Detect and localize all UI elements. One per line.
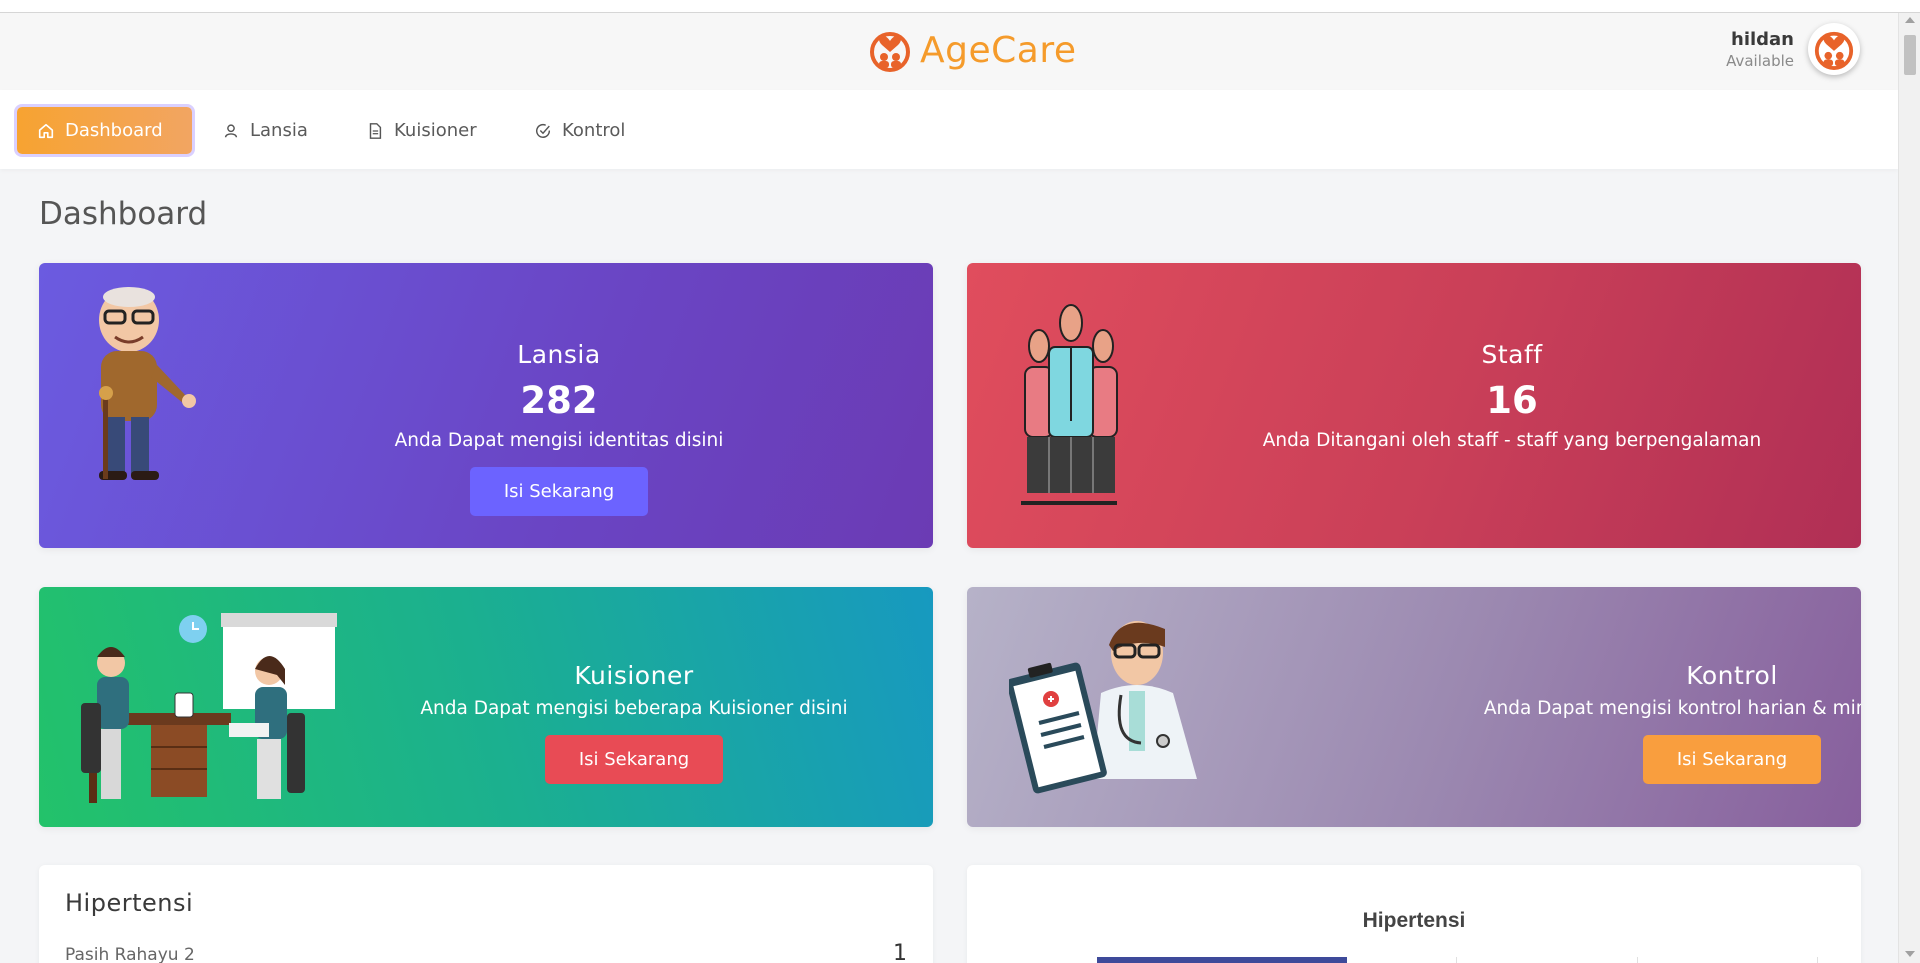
user-name: hildan xyxy=(1731,28,1794,50)
card-staff: Staff 16 Anda Ditangani oleh staff - sta… xyxy=(967,263,1861,548)
page-scrollbar[interactable] xyxy=(1898,13,1920,963)
document-icon xyxy=(369,122,382,139)
home-icon xyxy=(38,123,54,138)
user-status: Available xyxy=(1726,51,1794,70)
nav-item-dashboard[interactable]: Dashboard xyxy=(17,107,192,154)
card-title: Staff xyxy=(1481,340,1543,369)
card-kuisioner: Kuisioner Anda Dapat mengisi beberapa Ku… xyxy=(39,587,933,827)
list-item-label: Pasih Rahayu 2 xyxy=(65,945,195,963)
card-title: Kuisioner xyxy=(574,661,694,690)
card-description: Anda Dapat mengisi kontrol harian & ming… xyxy=(1483,698,1861,719)
agecare-logo-icon xyxy=(870,32,910,72)
card-description: Anda Ditangani oleh staff - staff yang b… xyxy=(1262,430,1762,451)
hipertensi-chart-panel: Hipertensi xyxy=(967,865,1861,963)
nav-item-kuisioner[interactable]: Kuisioner xyxy=(346,107,497,154)
staff-group-icon xyxy=(1021,304,1118,505)
check-circle-icon xyxy=(536,123,551,138)
kuisioner-fill-button[interactable]: Isi Sekarang xyxy=(545,735,723,784)
nav-item-label: Kuisioner xyxy=(394,120,477,141)
card-kontrol: Kontrol Anda Dapat mengisi kontrol haria… xyxy=(967,587,1861,827)
nav-item-kontrol[interactable]: Kontrol xyxy=(514,107,645,154)
brand-name: AgeCare xyxy=(920,29,1077,71)
doctor-clipboard-icon xyxy=(1009,621,1197,794)
chart-gridline xyxy=(1637,957,1638,963)
main-nav: Dashboard Lansia Kuisioner Kontrol xyxy=(0,90,1898,169)
hipertensi-list-panel: Hipertensi Pasih Rahayu 2 1 xyxy=(39,865,933,963)
card-description: Anda Dapat mengisi beberapa Kuisioner di… xyxy=(420,698,848,719)
user-menu[interactable]: hildan Available xyxy=(1726,23,1860,75)
nav-item-lansia[interactable]: Lansia xyxy=(202,107,328,154)
lansia-fill-button[interactable]: Isi Sekarang xyxy=(470,467,648,516)
nav-item-label: Dashboard xyxy=(65,120,163,141)
chart-gridline xyxy=(1817,957,1818,963)
panel-title: Hipertensi xyxy=(65,889,194,917)
card-lansia: Lansia 282 Anda Dapat mengisi identitas … xyxy=(39,263,933,548)
chart-gridline xyxy=(1456,957,1457,963)
brand[interactable]: AgeCare xyxy=(868,25,1076,75)
card-title: Lansia xyxy=(517,340,601,369)
card-value: 16 xyxy=(1486,379,1538,422)
scroll-up-icon[interactable] xyxy=(1905,17,1915,23)
page-title: Dashboard xyxy=(39,196,208,232)
browser-top-strip xyxy=(0,0,1920,13)
nav-item-label: Lansia xyxy=(250,120,308,141)
nav-item-label: Kontrol xyxy=(562,120,626,141)
list-item-value: 1 xyxy=(893,941,907,963)
scroll-down-icon[interactable] xyxy=(1905,951,1915,957)
card-value: 282 xyxy=(520,379,598,422)
scroll-thumb[interactable] xyxy=(1904,35,1916,75)
card-title: Kontrol xyxy=(1686,661,1778,690)
chart-title: Hipertensi xyxy=(1362,909,1466,932)
user-icon xyxy=(224,123,238,138)
card-description: Anda Dapat mengisi identitas disini xyxy=(394,430,724,451)
avatar-logo-icon xyxy=(1814,31,1854,70)
chart-bar xyxy=(1097,957,1347,963)
header: AgeCare hildan Available xyxy=(0,13,1898,90)
avatar[interactable] xyxy=(1808,23,1860,75)
kontrol-fill-button[interactable]: Isi Sekarang xyxy=(1643,735,1821,784)
